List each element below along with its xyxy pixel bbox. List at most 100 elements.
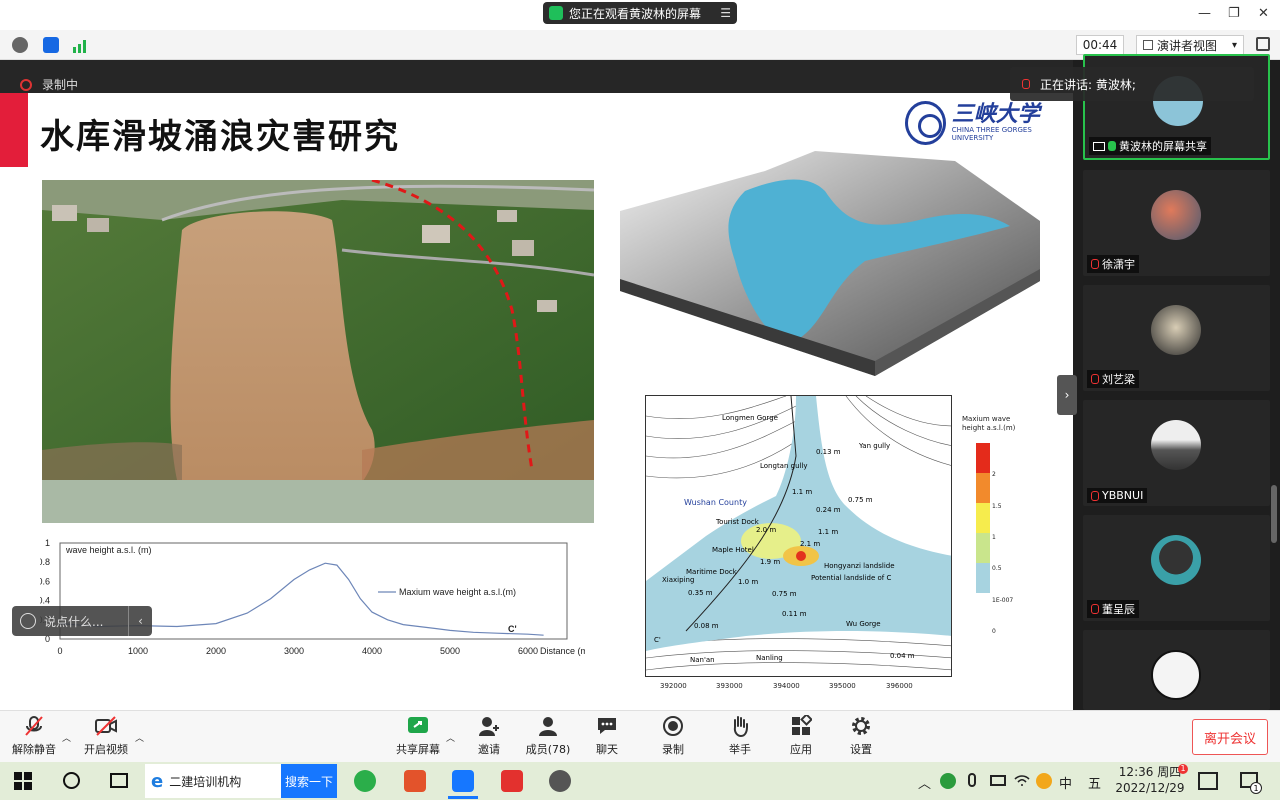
unmute-button[interactable]: 解除静音 (2, 715, 66, 759)
map-label: Nan'an (690, 656, 715, 664)
ime-mode[interactable]: 五 (1088, 773, 1101, 792)
map-value: 2.0 m (756, 526, 777, 534)
map-value: 0.04 m (890, 652, 915, 660)
map-x-tick: 396000 (886, 682, 913, 690)
share-icon (549, 6, 563, 20)
view-mode-button[interactable]: 演讲者视图 ▾ (1136, 35, 1244, 55)
apps-button[interactable]: 应用 (769, 715, 833, 759)
invite-button[interactable]: 邀请 (457, 715, 521, 759)
fullscreen-icon[interactable] (1256, 37, 1270, 51)
ie-browser-icon: e (151, 770, 164, 792)
search-button[interactable]: 搜索一下 (281, 764, 337, 798)
share-notice-text: 您正在观看黄波林的屏幕 (569, 6, 702, 21)
view-mode-label: 演讲者视图 (1157, 38, 1218, 53)
collapse-panel-button[interactable]: › (1057, 375, 1077, 415)
map-value: 1.1 m (792, 488, 813, 496)
y-tick-label: 0.6 (40, 576, 50, 586)
search-icon[interactable] (63, 772, 80, 789)
map-label: Wushan County (684, 498, 747, 507)
task-view-icon[interactable] (110, 773, 128, 788)
x-tick-label: 5000 (440, 646, 460, 656)
mic-muted-icon (1091, 259, 1099, 269)
members-button[interactable]: 成员(78) (516, 715, 580, 759)
chart-end-label: C' (508, 624, 517, 634)
close-button[interactable]: ✕ (1258, 6, 1269, 21)
windows-start-icon[interactable] (14, 772, 32, 790)
add-user-icon (479, 717, 499, 736)
wifi-icon[interactable] (1014, 773, 1030, 787)
mic-muted-icon (25, 716, 43, 736)
presentation-slide: 水库滑坡涌浪灾害研究 三峡大学 CHINA THREE GORGES UNIVE… (0, 93, 1073, 696)
tencent-meeting-icon[interactable] (452, 770, 474, 792)
map-legend-colorbar (976, 443, 990, 593)
university-logo: 三峡大学 CHINA THREE GORGES UNIVERSITY (905, 101, 1065, 145)
browser-search-tab[interactable]: e 二建培训机构 (145, 764, 281, 798)
x-tick-label: 0 (57, 646, 62, 656)
raise-hand-button[interactable]: 举手 (708, 715, 772, 759)
participant-tile[interactable]: 董呈辰 (1083, 515, 1270, 621)
panel-scrollbar[interactable] (1271, 485, 1277, 543)
legend-tick: 0.5 (992, 565, 1002, 572)
minimize-button[interactable]: — (1198, 6, 1211, 21)
chevron-up-icon[interactable]: ︿ (918, 773, 931, 792)
clock-date: 2022/12/29 (1115, 781, 1185, 795)
ime-language[interactable]: 中 (1059, 773, 1072, 792)
participant-tile[interactable]: YBBNUI (1083, 400, 1270, 506)
map-label: Maple Hotel (712, 546, 754, 554)
mic-muted-icon (1091, 374, 1099, 384)
map-value: 0.75 m (772, 590, 797, 598)
emoji-icon[interactable] (20, 613, 36, 629)
participant-name: 徐潇宇 (1102, 258, 1135, 271)
participant-name: 黄波林的屏幕共享 (1119, 140, 1207, 153)
info-icon[interactable] (12, 37, 28, 53)
map-label: Tourist Dock (716, 518, 759, 526)
recording-indicator: 录制中 (20, 76, 78, 93)
microphone-icon[interactable] (968, 773, 976, 787)
leave-meeting-button[interactable]: 离开会议 (1192, 719, 1268, 755)
office-icon[interactable] (404, 770, 426, 792)
participant-name: 刘艺梁 (1102, 373, 1135, 386)
screen-share-notice[interactable]: 您正在观看黄波林的屏幕 ☰ (543, 2, 737, 24)
shield-icon[interactable] (43, 37, 59, 53)
menu-icon[interactable]: ☰ (720, 6, 731, 20)
mic-muted-icon (1022, 79, 1030, 89)
qq-icon[interactable] (1036, 773, 1052, 789)
logo-subtext: CHINA THREE GORGES UNIVERSITY (951, 126, 1032, 142)
gear-icon (852, 717, 870, 735)
mic-on-icon (1108, 141, 1116, 151)
screen-share-icon (1093, 141, 1105, 151)
share-screen-button[interactable]: 共享屏幕 (386, 715, 450, 759)
settings-button[interactable]: 设置 (829, 715, 893, 759)
app-icon[interactable] (549, 770, 571, 792)
mic-muted-icon (1091, 604, 1099, 614)
signal-icon[interactable] (72, 38, 90, 53)
restore-button[interactable]: ❐ (1228, 6, 1240, 21)
chevron-left-icon[interactable]: ‹ (128, 606, 152, 636)
wechat-icon[interactable] (354, 770, 376, 792)
participant-tile[interactable]: 刘艺梁 (1083, 285, 1270, 391)
record-button[interactable]: 录制 (641, 715, 705, 759)
participant-tile[interactable]: 徐潇宇 (1083, 170, 1270, 276)
active-speaker-label: 正在讲话: 黄波林; (1040, 77, 1136, 92)
chat-quick-input[interactable]: 说点什么... ‹ (12, 606, 152, 636)
logo-text: 三峡大学 (951, 102, 1040, 127)
map-x-tick: 394000 (773, 682, 800, 690)
chevron-up-icon[interactable]: ︿ (62, 731, 71, 744)
start-video-button[interactable]: 开启视频 (74, 715, 138, 759)
legend-tick: 1.5 (992, 503, 1002, 510)
map-value: 1.9 m (760, 558, 781, 566)
participant-tile[interactable] (1083, 630, 1270, 710)
wps-icon[interactable] (501, 770, 523, 792)
title-accent-bar (0, 93, 28, 167)
battery-icon[interactable] (990, 775, 1006, 786)
chat-button[interactable]: 聊天 (575, 715, 639, 759)
map-label: Maritime Dock (686, 568, 737, 576)
chevron-up-icon[interactable]: ︿ (446, 731, 455, 744)
map-x-tick: 393000 (716, 682, 743, 690)
chevron-up-icon[interactable]: ︿ (135, 731, 144, 744)
x-tick-label: 6000 (518, 646, 538, 656)
tray-app-icon[interactable] (940, 773, 956, 789)
notification-center-icon[interactable] (1198, 772, 1218, 790)
chat-icon (598, 718, 616, 734)
active-speaker-banner: 正在讲话: 黄波林; (1010, 67, 1254, 101)
